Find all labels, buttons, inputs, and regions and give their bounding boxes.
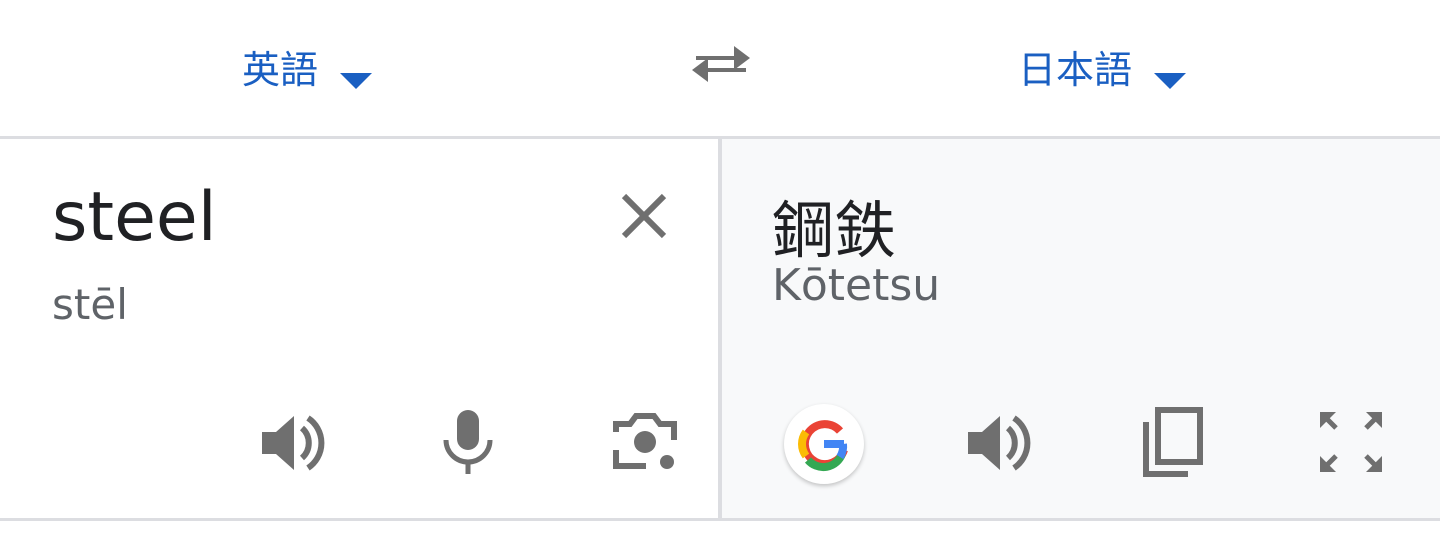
speaker-icon [260, 410, 326, 476]
source-pronunciation: stēl [52, 280, 128, 329]
microphone-button[interactable] [440, 408, 496, 476]
clear-button[interactable] [616, 188, 672, 244]
target-language-label: 日本語 [1018, 47, 1133, 92]
target-language-selector[interactable]: 日本語 [1018, 34, 1187, 98]
bottom-area [0, 521, 1440, 558]
close-icon [616, 188, 672, 244]
speaker-icon [966, 410, 1032, 476]
copy-button[interactable] [1140, 406, 1204, 478]
fullscreen-icon [1318, 410, 1384, 474]
translation-romanization: Kōtetsu [772, 260, 941, 311]
source-text[interactable]: steel [52, 178, 217, 257]
language-bar: 英語 日本語 [0, 0, 1440, 136]
fullscreen-button[interactable] [1318, 410, 1384, 474]
camera-button[interactable] [612, 410, 678, 476]
swap-languages-button[interactable] [688, 36, 754, 90]
translation-listen-button[interactable] [966, 410, 1032, 476]
caret-down-icon [1154, 56, 1187, 89]
translation-text: 鋼鉄 [772, 194, 897, 267]
camera-lens-icon [612, 410, 678, 476]
swap-arrows-icon [688, 46, 754, 94]
google-search-button[interactable] [784, 404, 864, 484]
source-listen-button[interactable] [260, 410, 326, 476]
source-language-selector[interactable]: 英語 [242, 34, 373, 98]
microphone-icon [440, 408, 496, 476]
caret-down-icon [340, 56, 373, 89]
copy-icon [1140, 406, 1204, 478]
source-language-label: 英語 [242, 47, 319, 92]
